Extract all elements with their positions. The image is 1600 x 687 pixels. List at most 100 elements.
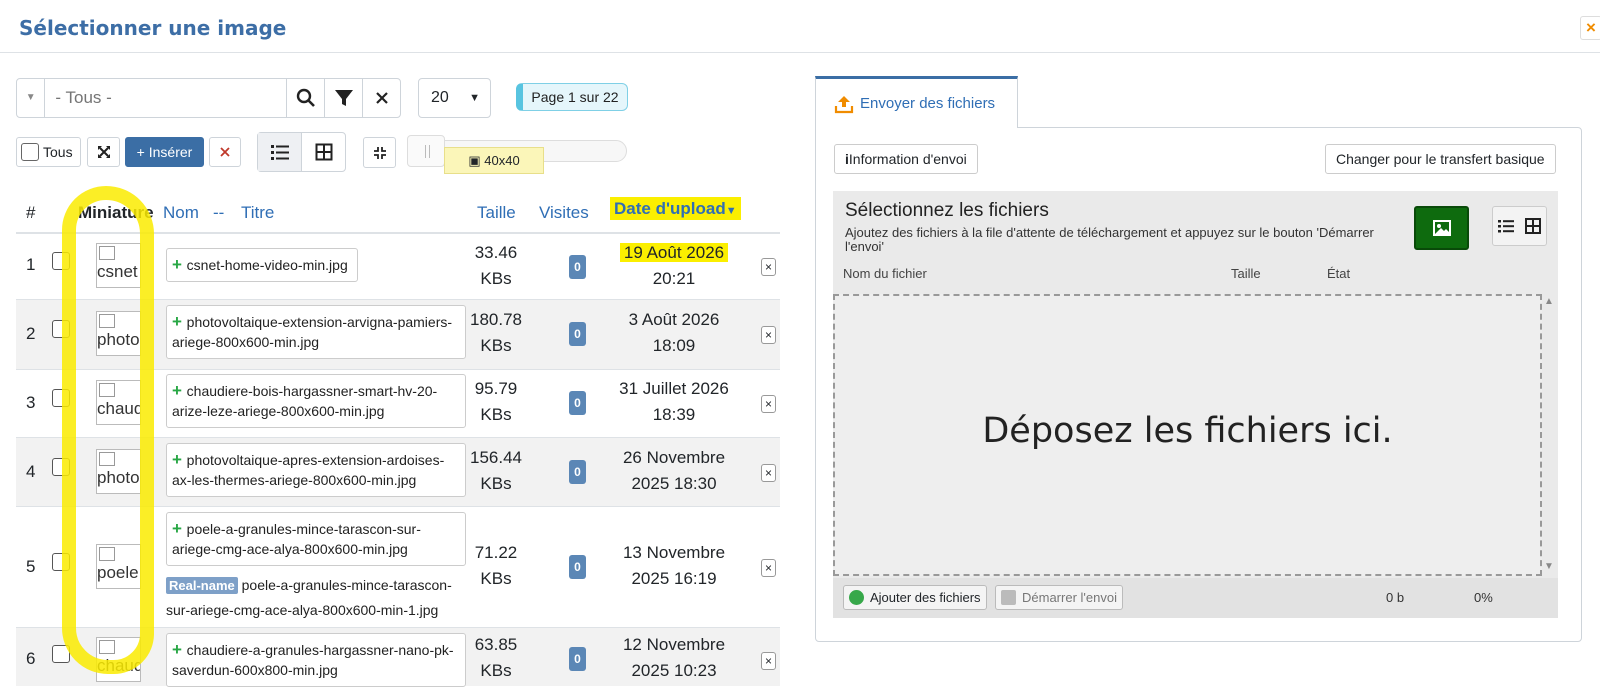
uploader-grid-view-button[interactable] <box>1520 207 1547 245</box>
row-thumbnail[interactable]: photo <box>96 449 141 494</box>
row-filename: poele-a-granules-mince-tarascon-sur-arie… <box>172 521 421 557</box>
select-all-toggle[interactable]: Tous <box>16 137 81 167</box>
chevron-down-icon: ▼ <box>469 92 480 104</box>
uploader-description: Ajoutez des fichiers à la file d'attente… <box>845 225 1374 254</box>
clear-search-button[interactable] <box>362 79 400 117</box>
search-input[interactable] <box>45 79 287 117</box>
image-upload-button[interactable] <box>1414 206 1469 250</box>
upload-info-label: Information d'envoi <box>848 151 967 167</box>
thumbnail-alt: chaud <box>97 399 141 418</box>
list-icon <box>1498 220 1515 233</box>
row-checkbox[interactable] <box>52 252 70 270</box>
filter-button[interactable] <box>324 79 362 117</box>
row-filename-link[interactable]: + chaudiere-bois-hargassner-smart-hv-20-… <box>166 374 466 428</box>
upload-percent: 0% <box>1474 590 1493 605</box>
grid-view-button[interactable] <box>302 133 345 171</box>
row-thumbnail[interactable]: poele <box>96 544 141 589</box>
start-upload-button[interactable]: Démarrer l'envoi <box>995 585 1123 610</box>
table-row: 2 photo + photovoltaique-extension-arvig… <box>16 300 780 370</box>
col-file-state: État <box>1327 266 1351 281</box>
col-date[interactable]: Date d'upload▼ <box>610 197 741 220</box>
col-number: # <box>26 203 36 222</box>
col-title[interactable]: Titre <box>241 203 274 223</box>
plus-icon: + <box>172 519 187 538</box>
modal-header: Sélectionner une image × <box>0 0 1600 53</box>
per-page-select[interactable]: 20 ▼ <box>418 78 491 118</box>
file-drop-zone[interactable]: Déposez les fichiers ici. <box>833 294 1542 576</box>
col-visits[interactable]: Visites <box>539 203 589 223</box>
row-checkbox[interactable] <box>52 458 70 476</box>
scroll-up-arrow[interactable]: ▲ <box>1544 296 1554 307</box>
per-page-value: 20 <box>431 89 449 106</box>
switch-basic-upload-button[interactable]: Changer pour le transfert basique <box>1325 144 1556 174</box>
close-icon <box>220 147 230 157</box>
row-thumbnail[interactable]: csnet <box>96 243 141 288</box>
filter-icon <box>334 90 353 106</box>
add-files-button[interactable]: Ajouter des fichiers <box>843 585 987 610</box>
row-size: 180.78 KBs <box>456 307 536 359</box>
col-separator: -- <box>213 203 225 222</box>
row-size-value: 156.44 <box>470 448 522 467</box>
slider-handle[interactable] <box>407 135 445 167</box>
col-size[interactable]: Taille <box>477 203 516 223</box>
row-filename: chaudiere-a-granules-hargassner-nano-pk-… <box>172 642 454 678</box>
row-filename-link[interactable]: + photovoltaique-extension-arvigna-pamie… <box>166 305 466 359</box>
row-checkbox[interactable] <box>52 389 70 407</box>
row-filename: photovoltaique-apres-extension-ardoises-… <box>172 452 445 488</box>
broken-image-icon <box>99 383 115 397</box>
row-checkbox[interactable] <box>52 320 70 338</box>
row-filename-link[interactable]: + csnet-home-video-min.jpg <box>166 248 358 282</box>
row-delete-button[interactable]: × <box>761 464 776 482</box>
row-size: 63.85 KBs <box>456 632 536 684</box>
uploader-list-view-button[interactable] <box>1493 207 1520 245</box>
col-file-size: Taille <box>1231 266 1261 281</box>
compress-button[interactable] <box>363 137 396 168</box>
row-delete-button[interactable]: × <box>761 652 776 670</box>
upload-info-button[interactable]: iInformation d'envoi <box>834 144 978 174</box>
row-size-value: 63.85 <box>474 635 518 654</box>
row-checkbox[interactable] <box>52 553 70 571</box>
row-filename: chaudiere-bois-hargassner-smart-hv-20-ar… <box>172 383 438 419</box>
visits-badge: 0 <box>569 555 586 579</box>
row-thumbnail[interactable]: chaud <box>96 380 141 425</box>
row-thumbnail[interactable]: chaud <box>96 637 141 682</box>
row-filename-link[interactable]: + photovoltaique-apres-extension-ardoise… <box>166 443 466 497</box>
col-name[interactable]: Nom <box>163 203 199 223</box>
expand-button[interactable] <box>87 137 120 167</box>
delete-button[interactable] <box>209 137 241 167</box>
broken-image-icon <box>99 246 115 260</box>
search-button[interactable] <box>286 79 324 117</box>
close-button[interactable]: × <box>1580 16 1600 40</box>
row-date-day: 3 Août 2026 <box>628 310 720 329</box>
row-filename-link[interactable]: + poele-a-granules-mince-tarascon-sur-ar… <box>166 512 466 566</box>
row-thumbnail[interactable]: photo <box>96 311 141 356</box>
row-size-value: 95.79 <box>474 379 518 398</box>
expand-icon <box>97 146 110 158</box>
list-view-button[interactable] <box>258 133 302 171</box>
row-filename-link[interactable]: + chaudiere-a-granules-hargassner-nano-p… <box>166 633 466 687</box>
col-date-label: Date d'upload <box>614 199 726 218</box>
thumbnail-alt: photo <box>97 468 140 487</box>
visits-badge: 0 <box>569 647 586 671</box>
row-date: 12 Novembre 2025 10:23 <box>609 632 739 684</box>
row-delete-button[interactable]: × <box>761 258 776 276</box>
row-delete-button[interactable]: × <box>761 326 776 344</box>
scroll-down-arrow[interactable]: ▼ <box>1544 561 1554 572</box>
tab-upload-files[interactable]: Envoyer des fichiers <box>815 76 1018 128</box>
broken-image-icon <box>99 547 115 561</box>
row-delete-button[interactable]: × <box>761 395 776 413</box>
filter-dropdown-caret[interactable]: ▼ <box>17 79 46 117</box>
row-checkbox[interactable] <box>52 645 70 663</box>
select-all-checkbox[interactable] <box>21 143 39 161</box>
plus-icon: + <box>172 381 187 400</box>
row-date: 19 Août 2026 20:21 <box>609 240 739 292</box>
insert-button[interactable]: + Insérer <box>125 137 204 167</box>
thumbnail-alt: photo <box>97 330 140 349</box>
row-size: 156.44 KBs <box>456 445 536 497</box>
page-indicator: Page 1 sur 22 <box>516 83 628 111</box>
row-delete-button[interactable]: × <box>761 559 776 577</box>
drop-zone-text: Déposez les fichiers ici. <box>982 411 1393 451</box>
row-size-unit: KBs <box>480 336 512 355</box>
row-size-value: 33.46 <box>474 243 518 262</box>
row-size-unit: KBs <box>480 569 512 588</box>
